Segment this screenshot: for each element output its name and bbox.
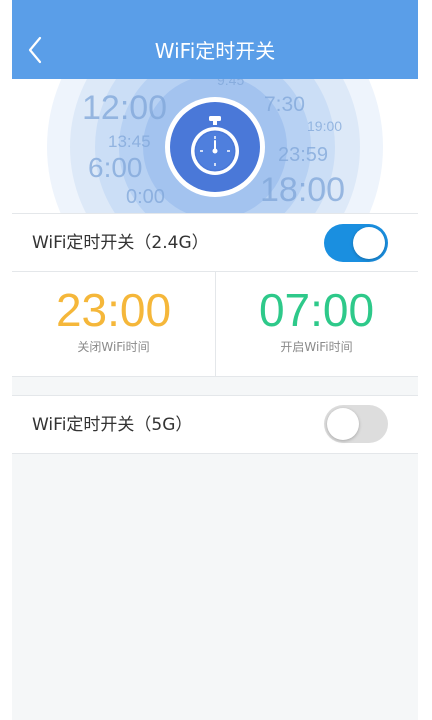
wifi-on-time-cell[interactable]: 07:00 开启WiFi时间 bbox=[215, 272, 418, 376]
clock-label: 6:00 bbox=[88, 152, 143, 183]
top-nav-bar: WiFi定时开关 bbox=[12, 0, 418, 79]
clock-label: 7:30 bbox=[264, 93, 305, 116]
clock-label: 19:00 bbox=[307, 118, 342, 134]
hero-banner: 12:00 13:45 6:00 0:00 7:30 19:00 23:59 1… bbox=[12, 79, 418, 213]
wifi-off-label: 关闭WiFi时间 bbox=[77, 340, 150, 354]
wifi-off-time: 23:00 bbox=[55, 284, 172, 336]
wifi-24g-label: WiFi定时开关（2.4G） bbox=[32, 233, 209, 253]
clock-label: 18:00 bbox=[260, 171, 345, 209]
toggle-knob bbox=[353, 227, 385, 259]
wifi-24g-toggle[interactable] bbox=[324, 224, 388, 262]
wifi-on-time: 07:00 bbox=[258, 284, 375, 336]
divider bbox=[12, 376, 418, 377]
clock-label: 13:45 bbox=[108, 132, 151, 151]
clock-label: 9:45 bbox=[217, 79, 244, 88]
wifi-5g-card: WiFi定时开关（5G） bbox=[12, 396, 418, 453]
clock-label: 23:59 bbox=[278, 144, 328, 166]
wifi-off-time-cell[interactable]: 23:00 关闭WiFi时间 bbox=[12, 272, 215, 376]
wifi-5g-label: WiFi定时开关（5G） bbox=[32, 415, 193, 435]
wifi-5g-toggle[interactable] bbox=[324, 405, 388, 443]
clock-label: 12:00 bbox=[82, 89, 167, 127]
page-title: WiFi定时开关 bbox=[154, 39, 276, 63]
toggle-knob bbox=[327, 408, 359, 440]
app-screen: WiFi定时开关 12:00 13:45 6:00 0:00 7:30 19:0… bbox=[12, 0, 418, 720]
wifi-on-label: 开启WiFi时间 bbox=[280, 340, 353, 354]
divider bbox=[12, 453, 418, 454]
clock-label: 0:00 bbox=[126, 186, 165, 208]
